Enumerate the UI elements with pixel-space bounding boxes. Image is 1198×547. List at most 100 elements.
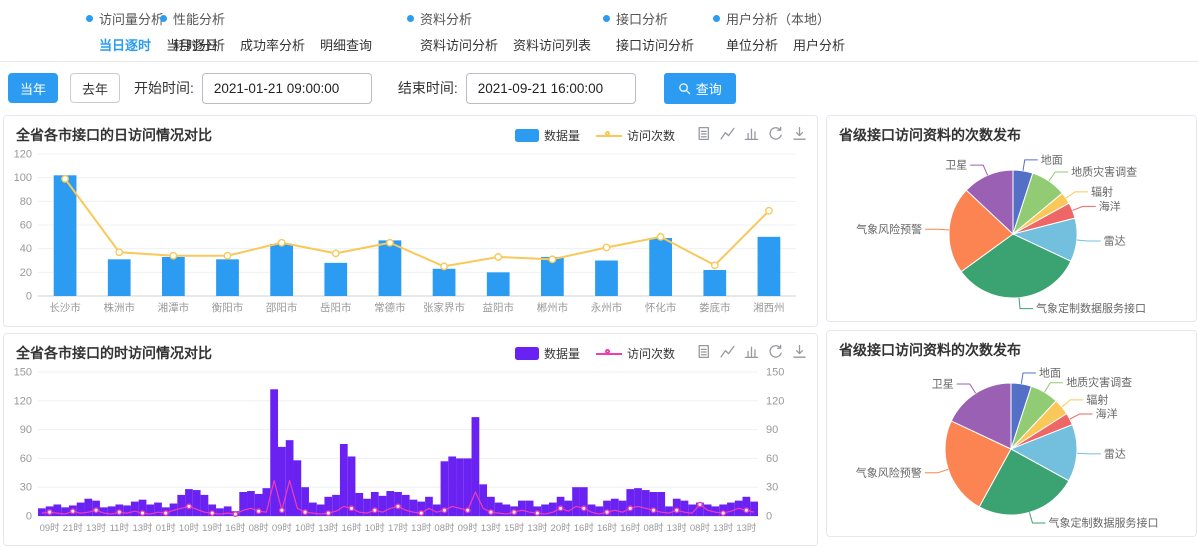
nav-item-detail-query[interactable]: 明细查询: [320, 35, 372, 54]
legend-item[interactable]: 访问次数: [596, 345, 675, 362]
switch-to-bar-chart-icon[interactable]: [744, 344, 759, 359]
bar: [518, 501, 526, 516]
bar: [193, 490, 201, 516]
axis-label: 16时: [342, 522, 363, 534]
switch-to-line-chart-icon[interactable]: [720, 344, 735, 359]
nav-group-title: 性能分析: [173, 9, 225, 28]
pie-slice-label: 气象定制数据服务接口: [1048, 515, 1158, 529]
data-view-icon[interactable]: [696, 126, 711, 141]
axis-label: 90: [766, 424, 778, 436]
axis-label: 13时: [667, 522, 688, 534]
bar: [619, 501, 627, 516]
legend-item[interactable]: 访问次数: [596, 127, 675, 144]
line-marker: [233, 512, 237, 516]
line-marker: [712, 262, 718, 268]
pie-label-line: [970, 165, 987, 175]
end-time-input[interactable]: [466, 73, 636, 104]
line-marker: [442, 508, 446, 512]
bar: [247, 491, 255, 516]
nav-item-interface-access[interactable]: 接口访问分析: [616, 35, 694, 54]
bar: [108, 259, 131, 296]
search-button[interactable]: 查询: [664, 73, 736, 104]
this-year-button[interactable]: 当年: [8, 73, 58, 103]
bullet-icon: [603, 15, 610, 22]
pie-label-line: [1029, 512, 1045, 523]
line-marker: [489, 510, 493, 514]
bullet-icon: [86, 15, 93, 22]
axis-label: 60: [20, 453, 32, 465]
nav-item-unit-analysis[interactable]: 单位分析: [726, 35, 778, 54]
axis-label: 120: [14, 149, 32, 161]
axis-label: 怀化市: [645, 301, 677, 314]
axis-label: 20: [20, 267, 32, 279]
bar: [224, 506, 232, 516]
bar: [270, 244, 293, 296]
save-as-image-icon[interactable]: [792, 126, 807, 141]
restore-icon[interactable]: [768, 344, 783, 359]
nav-item-data-access-analysis[interactable]: 资料访问分析: [420, 35, 498, 54]
bar: [433, 269, 456, 296]
axis-label: 湘西州: [753, 301, 785, 314]
axis-label: 20时: [551, 522, 572, 534]
axis-label: 09时: [272, 522, 293, 534]
save-as-image-icon[interactable]: [792, 344, 807, 359]
nav-item-time-cost[interactable]: 耗时分析: [173, 35, 225, 54]
legend-item[interactable]: 数据量: [515, 345, 580, 362]
bar: [580, 487, 588, 516]
line-marker: [187, 504, 191, 508]
bar: [681, 501, 689, 516]
line-marker: [349, 506, 353, 510]
pie-label-line: [925, 469, 948, 472]
axis-label: 13时: [411, 522, 432, 534]
search-icon: [678, 82, 691, 95]
axis-label: 常德市: [374, 301, 406, 314]
line-marker: [512, 510, 516, 514]
line-marker: [333, 250, 339, 256]
nav-item-today-hourly[interactable]: 当日逐时: [99, 35, 151, 54]
switch-to-line-chart-icon[interactable]: [720, 126, 735, 141]
nav-item-data-access-list[interactable]: 资料访问列表: [513, 35, 591, 54]
bar: [379, 496, 387, 516]
line-marker: [419, 511, 423, 515]
bar: [340, 444, 348, 516]
axis-label: 长沙市: [49, 301, 81, 314]
filter-bar: 当年 去年 开始时间: 结束时间: 查询: [0, 63, 1198, 113]
bar: [595, 261, 618, 297]
line-marker: [47, 510, 51, 514]
bar: [61, 507, 69, 516]
axis-label: 益阳市: [482, 301, 514, 314]
switch-to-bar-chart-icon[interactable]: [744, 126, 759, 141]
nav-item-user-analysis[interactable]: 用户分析: [793, 35, 845, 54]
pie-label-line: [1049, 172, 1068, 181]
pie-slice-label: 辐射: [1086, 392, 1108, 406]
axis-label: 09时: [458, 522, 479, 534]
bar: [472, 417, 480, 516]
axis-label: 15时: [504, 522, 525, 534]
bar: [386, 491, 394, 516]
axis-label: 16时: [574, 522, 595, 534]
line-marker: [62, 176, 68, 182]
data-view-icon[interactable]: [696, 344, 711, 359]
axis-label: 娄底市: [699, 301, 731, 314]
bar: [642, 490, 650, 516]
legend-item[interactable]: 数据量: [515, 127, 580, 144]
line-marker: [465, 508, 469, 512]
start-time-input[interactable]: [202, 73, 372, 104]
bar: [38, 508, 46, 516]
line-marker: [657, 234, 663, 240]
bar: [487, 272, 510, 296]
last-year-button[interactable]: 去年: [70, 73, 120, 103]
legend-label: 数据量: [544, 127, 580, 144]
line-marker: [698, 502, 702, 506]
restore-icon[interactable]: [768, 126, 783, 141]
bar: [54, 175, 77, 296]
axis-label: 90: [20, 424, 32, 436]
line-marker: [164, 511, 168, 515]
nav-group-performance: 性能分析 耗时分析 成功率分析 明细查询: [160, 9, 372, 54]
nav-item-success-rate[interactable]: 成功率分析: [240, 35, 305, 54]
bar: [84, 499, 92, 516]
line-marker: [721, 511, 725, 515]
axis-label: 01时: [156, 522, 177, 534]
bar: [216, 259, 239, 296]
bar: [611, 499, 619, 516]
